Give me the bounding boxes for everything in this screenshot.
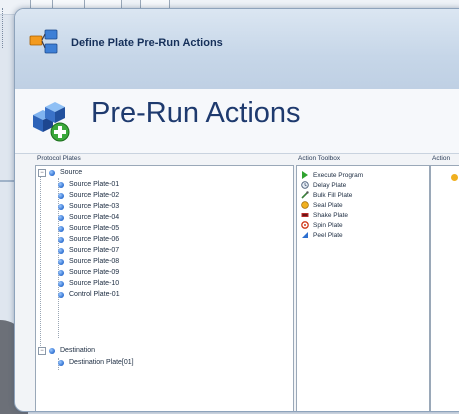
plate-node-icon [58,181,64,188]
tree-node-source-plate-05[interactable]: Source Plate-05 [58,223,119,234]
plate-node-icon [58,247,64,254]
tree-node-source-plate-01[interactable]: Source Plate-01 [58,179,119,190]
plate-node-icon [58,192,64,199]
plate-node-icon [58,291,64,298]
plate-node-icon [49,169,55,176]
plate-node-icon [58,236,64,243]
play-icon [301,171,309,179]
tree-node-source-plate-07[interactable]: Source Plate-07 [58,245,119,256]
peel-icon [301,231,309,239]
action-label: Bulk Fill Plate [313,191,353,199]
action-toolbox-list[interactable]: Execute Program Delay Plate Bulk Fill Pl… [296,165,430,411]
action-toolbox-label: Action Toolbox [298,155,341,162]
plate-node-icon [49,347,55,354]
tree-node-destination[interactable]: − Destination [38,345,95,356]
action-shake-plate[interactable]: Shake Plate [301,210,348,220]
tree-node-source-plate-10[interactable]: Source Plate-10 [58,278,119,289]
page-header: Pre-Run Actions [15,89,459,154]
action-execute-program[interactable]: Execute Program [301,170,363,180]
action-label: Shake Plate [313,211,349,219]
action-label: Execute Program [313,171,364,179]
collapse-icon[interactable]: − [38,346,46,355]
tree-node-label: Source Plate-05 [69,225,120,232]
collapse-icon[interactable]: − [38,168,46,177]
plate-node-icon [58,269,64,276]
tree-node-label: Source Plate-07 [69,247,120,254]
tree-node-label: Destination [60,347,96,354]
tree-node-label: Source Plate-10 [69,280,120,287]
plate-node-icon [58,258,64,265]
action-label: Peel Plate [313,231,343,239]
plate-node-icon [58,359,64,366]
pre-run-actions-window: Define Plate Pre-Run Actions Pre-Run Act… [14,8,459,412]
tree-node-control-plate-01[interactable]: Control Plate-01 [58,289,120,300]
tree-node-source-plate-02[interactable]: Source Plate-02 [58,190,119,201]
tree-node-source[interactable]: − Source [38,167,82,178]
seal-icon [451,174,458,181]
action-label: Delay Plate [313,181,347,189]
tree-node-label: Source Plate-01 [69,181,120,188]
cubes-add-icon [33,102,70,142]
tree-node-label: Source Plate-06 [69,236,120,243]
action-delay-plate[interactable]: Delay Plate [301,180,346,190]
background-dotted-line [2,8,6,48]
window-titlebar: Define Plate Pre-Run Actions [15,9,459,90]
action-list[interactable] [430,165,459,411]
plate-node-icon [58,203,64,210]
tree-node-label: Source Plate-03 [69,203,120,210]
tree-node-source-plate-06[interactable]: Source Plate-06 [58,234,119,245]
shake-icon [301,211,309,219]
tree-node-source-plate-08[interactable]: Source Plate-08 [58,256,119,267]
spin-icon [301,221,309,229]
plate-node-icon [58,214,64,221]
tree-node-label: Source Plate-09 [69,269,120,276]
tree-node-destination-plate-01[interactable]: Destination Plate[01] [58,357,134,368]
tree-node-label: Source Plate-08 [69,258,120,265]
tree-connector [40,172,41,354]
page-title: Pre-Run Actions [91,97,301,129]
clock-icon [301,181,309,189]
tree-node-source-plate-09[interactable]: Source Plate-09 [58,267,119,278]
plate-actions-icon [29,29,58,54]
plate-node-icon [58,225,64,232]
protocol-plates-label: Protocol Plates [37,155,81,162]
action-label: Seal Plate [313,201,343,209]
action-label: Action [432,155,451,162]
seal-icon [301,201,309,209]
protocol-plates-tree[interactable]: − Source Source Plate-01 Source Plate-02… [35,165,294,411]
tree-node-label: Control Plate-01 [69,291,120,298]
plate-node-icon [58,280,64,287]
action-spin-plate[interactable]: Spin Plate [301,220,343,230]
action-seal-plate[interactable]: Seal Plate [301,200,343,210]
window-title: Define Plate Pre-Run Actions [71,37,223,49]
action-label: Spin Plate [313,221,343,229]
action-peel-plate[interactable]: Peel Plate [301,230,343,240]
action-bulk-fill-plate[interactable]: Bulk Fill Plate [301,190,352,200]
tree-node-source-plate-03[interactable]: Source Plate-03 [58,201,119,212]
tree-node-label: Source Plate-04 [69,214,120,221]
dropper-icon [301,191,309,199]
tree-node-source-plate-04[interactable]: Source Plate-04 [58,212,119,223]
tree-node-label: Source Plate-02 [69,192,120,199]
tree-node-label: Destination Plate[01] [69,359,134,366]
tree-node-label: Source [60,169,83,176]
